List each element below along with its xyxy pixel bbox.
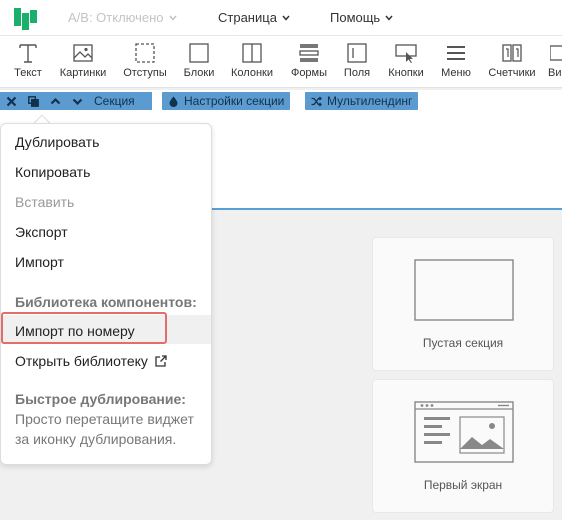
template-empty-section[interactable]: Пустая секция [372,237,554,371]
top-bar: A/B: Отключено Страница Помощь [0,0,562,36]
menu-icon [447,46,465,60]
help-menu-label: Помощь [330,10,381,25]
duplicate-section-button[interactable] [22,95,44,107]
section-controls: Секция [0,92,152,110]
section-context-menu: Дублировать Копировать Вставить Экспорт … [0,123,212,465]
tool-label: Блоки [183,67,215,79]
tool-label: Поля [343,67,371,79]
tool-label: Отступы [123,67,167,79]
first-screen-icon [414,401,514,463]
columns-icon [242,43,262,63]
open-library-label: Открыть библиотеку [15,353,148,369]
field-icon [347,43,367,63]
video-icon [550,45,562,61]
template-caption: Первый экран [423,478,503,492]
tool-padding[interactable]: Отступы [120,42,170,79]
template-first-screen[interactable]: Первый экран [372,379,554,513]
form-icon [299,44,319,62]
chevron-up-icon [50,97,60,104]
button-icon [395,44,417,63]
padding-icon [135,43,155,63]
menu-item-open-library[interactable]: Открыть библиотеку [15,353,167,369]
tool-fields[interactable]: Поля [340,42,374,79]
tool-columns[interactable]: Колонки [228,42,276,79]
tool-label: Картинки [59,67,107,79]
ab-test-label: A/B: Отключено [68,10,164,25]
tool-text[interactable]: Текст [10,42,46,79]
section-label[interactable]: Секция [94,94,135,108]
tool-label: Кнопки [388,67,424,79]
section-settings-button[interactable]: Настройки секции [162,92,291,110]
tool-forms[interactable]: Формы [288,42,330,79]
menu-item-duplicate[interactable]: Дублировать [15,134,99,150]
multilanding-label: Мультилендинг [327,94,413,108]
tool-label: Меню [441,67,471,79]
menu-item-paste[interactable]: Вставить [15,194,74,210]
tool-menu[interactable]: Меню [438,42,474,79]
tool-images[interactable]: Картинки [57,42,109,79]
external-link-icon [155,355,167,367]
quick-dup-note-line1: Просто перетащите виджет [15,411,194,427]
delete-section-button[interactable] [0,96,22,107]
quick-dup-note-line2: за иконку дублирования. [15,431,177,447]
image-icon [73,44,93,62]
block-icon [189,43,209,63]
tool-counters[interactable]: Счетчики [486,42,538,79]
help-dropdown[interactable]: Помощь [330,10,393,25]
close-icon [6,96,16,106]
tool-buttons[interactable]: Кнопки [385,42,427,79]
text-icon [19,44,37,63]
chevron-down-icon [72,98,82,105]
tool-label: Колонки [231,67,273,79]
tool-label: Ви [548,67,562,79]
multilanding-button[interactable]: Мультилендинг [305,92,419,110]
chevron-down-icon [385,15,393,21]
menu-item-copy[interactable]: Копировать [15,164,90,180]
library-heading: Библиотека компонентов: [15,294,197,310]
tool-label: Формы [290,67,328,79]
tool-blocks[interactable]: Блоки [180,42,218,79]
move-up-button[interactable] [44,96,66,107]
widget-toolbar: Текст Картинки Отступы Блоки Колонки Фор… [0,36,562,88]
highlight-annotation-box [1,312,167,344]
shuffle-icon [311,96,322,106]
chevron-down-icon [282,15,290,21]
menu-item-import[interactable]: Импорт [15,254,64,270]
chevron-down-icon [168,15,177,21]
quick-dup-heading: Быстрое дублирование: [15,391,186,407]
drop-icon [169,96,178,107]
template-caption: Пустая секция [422,336,504,350]
menu-item-export[interactable]: Экспорт [15,224,68,240]
duplicate-icon [27,95,39,107]
tool-video[interactable]: Ви [548,42,562,79]
page-menu-label: Страница [218,10,277,25]
ab-test-dropdown[interactable]: A/B: Отключено [68,10,177,25]
empty-section-icon [414,259,514,321]
counter-icon [502,44,522,62]
tool-label: Текст [14,67,42,79]
page-dropdown[interactable]: Страница [218,10,290,25]
logo-icon[interactable] [12,8,40,30]
move-down-button[interactable] [66,96,88,107]
tool-label: Счетчики [488,67,536,79]
section-settings-label: Настройки секции [184,94,285,108]
